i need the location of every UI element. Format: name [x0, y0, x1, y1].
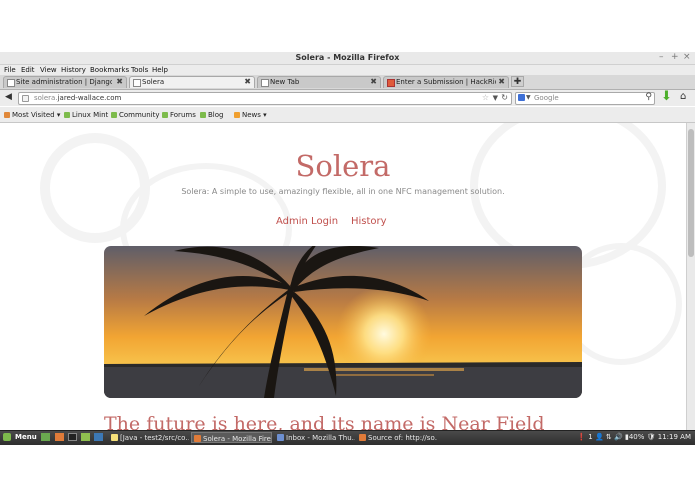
tab-label: New Tab — [270, 78, 300, 86]
bookmarks-toolbar: Most Visited ▾ Linux Mint Community Foru… — [0, 107, 695, 123]
terminal-launcher-icon[interactable] — [68, 433, 77, 441]
tab-hackrice[interactable]: Enter a Submission | HackRice … ✖ — [383, 76, 509, 88]
bookmark-forums[interactable]: Forums — [162, 111, 196, 119]
clock[interactable]: 11:19 AM — [658, 433, 691, 441]
url-bar[interactable]: solera.jared-wallace.com ☆ ▼ ↻ — [18, 92, 512, 105]
tab-label: Solera — [142, 78, 165, 86]
history-link[interactable]: History — [351, 216, 387, 227]
firefox-launcher-icon[interactable] — [55, 433, 64, 441]
menu-help[interactable]: Help — [152, 66, 168, 74]
window-title-bar: Solera - Mozilla Firefox – + × — [0, 52, 695, 65]
minimize-button[interactable]: – — [659, 52, 664, 62]
taskbar-thunderbird[interactable]: Inbox - Mozilla Thu… — [275, 432, 355, 443]
bookmark-linux-mint[interactable]: Linux Mint — [64, 111, 108, 119]
search-bar[interactable]: ▼ Google ⚲ — [515, 92, 655, 105]
tab-new-tab[interactable]: New Tab ✖ — [257, 76, 381, 88]
menu-view[interactable]: View — [40, 66, 57, 74]
thunderbird-icon — [277, 434, 284, 441]
tab-solera[interactable]: Solera ✖ — [129, 76, 255, 88]
close-window-button[interactable]: × — [683, 52, 691, 62]
close-tab-icon[interactable]: ✖ — [116, 77, 123, 86]
page-content: Solera Solera: A simple to use, amazingl… — [0, 123, 686, 430]
url-text: solera.jared-wallace.com — [34, 94, 122, 102]
site-identity-icon[interactable] — [22, 95, 29, 102]
bookmark-community[interactable]: Community — [111, 111, 160, 119]
menu-file[interactable]: File — [4, 66, 16, 74]
bookmark-star-icon[interactable]: ☆ — [482, 93, 489, 102]
site-title: Solera — [295, 149, 391, 183]
search-engine-dropdown-icon[interactable]: ▼ — [526, 94, 531, 101]
eclipse-icon — [111, 434, 118, 441]
close-tab-icon[interactable]: ✖ — [370, 77, 377, 86]
volume-icon[interactable]: 🔊 — [614, 433, 623, 441]
hero-image — [104, 246, 582, 398]
bookmark-news[interactable]: News ▾ — [234, 111, 267, 119]
alert-icon[interactable]: ❗ — [577, 433, 586, 441]
tab-label: Site administration | Django sit… — [16, 78, 112, 86]
files-launcher-icon[interactable] — [81, 433, 90, 441]
admin-login-link[interactable]: Admin Login — [276, 216, 338, 227]
firefox-icon — [194, 435, 201, 442]
search-magnifier-icon[interactable]: ⚲ — [645, 92, 652, 102]
mint-menu-icon[interactable] — [3, 433, 11, 441]
page-heading: The future is here, and its name is Near… — [104, 413, 545, 430]
firefox-icon — [359, 434, 366, 441]
new-tab-button[interactable]: ✚ — [511, 76, 524, 87]
history-dropdown-icon[interactable]: ▼ — [493, 94, 498, 102]
page-favicon-icon — [261, 79, 269, 87]
battery-level: 40% — [628, 433, 645, 441]
close-tab-icon[interactable]: ✖ — [498, 77, 505, 86]
mint-leaf-icon — [162, 112, 168, 118]
bookmark-blog[interactable]: Blog — [200, 111, 223, 119]
page-favicon-icon — [7, 79, 15, 87]
menu-edit[interactable]: Edit — [21, 66, 35, 74]
maximize-button[interactable]: + — [671, 52, 679, 62]
home-icon[interactable]: ⌂ — [680, 91, 686, 102]
show-desktop-icon[interactable] — [41, 433, 50, 441]
download-arrow-icon[interactable]: ⬇ — [661, 90, 672, 103]
window-title: Solera - Mozilla Firefox — [295, 53, 400, 62]
search-input[interactable]: Google — [534, 94, 559, 102]
hackrice-favicon-icon — [387, 79, 395, 87]
search-engine-icon[interactable] — [518, 94, 525, 101]
sunset-palm-illustration — [104, 246, 582, 398]
site-tagline: Solera: A simple to use, amazingly flexi… — [181, 187, 505, 196]
close-tab-icon[interactable]: ✖ — [244, 77, 251, 86]
back-arrow-icon[interactable]: ◀ — [5, 92, 12, 102]
menu-bar: File Edit View History Bookmarks Tools H… — [0, 65, 695, 75]
rss-feed-icon — [234, 112, 240, 118]
taskbar-java-eclipse[interactable]: [Java - test2/src/co… — [109, 432, 189, 443]
page-scrollbar[interactable] — [686, 123, 695, 430]
update-count: 1 — [588, 433, 593, 441]
desktop-taskbar: Menu [Java - test2/src/co… Solera - Mozi… — [0, 430, 695, 445]
navigation-toolbar: ◀ solera.jared-wallace.com ☆ ▼ ↻ ▼ Googl… — [0, 90, 695, 106]
page-favicon-icon — [133, 79, 141, 87]
user-icon[interactable]: 👤 — [595, 433, 604, 441]
mint-leaf-icon — [200, 112, 206, 118]
start-menu-button[interactable]: Menu — [15, 433, 37, 441]
menu-history[interactable]: History — [61, 66, 86, 74]
menu-tools[interactable]: Tools — [131, 66, 148, 74]
folder-icon — [4, 112, 10, 118]
editor-launcher-icon[interactable] — [94, 433, 103, 441]
network-icon[interactable]: ⇅ — [606, 433, 612, 441]
taskbar-source-view[interactable]: Source of: http://so… — [357, 432, 437, 443]
reload-icon[interactable]: ↻ — [501, 93, 508, 102]
tab-bar: Site administration | Django sit… ✖ Sole… — [0, 75, 695, 90]
tab-label: Enter a Submission | HackRice … — [396, 78, 496, 86]
taskbar-firefox[interactable]: Solera - Mozilla Firef… — [191, 432, 272, 443]
system-tray: ❗ 1 👤 ⇅ 🔊 ▮40% 🛡 11:19 AM — [577, 433, 691, 441]
shield-icon[interactable]: 🛡 — [647, 433, 656, 441]
menu-bookmarks[interactable]: Bookmarks — [90, 66, 129, 74]
scrollbar-thumb[interactable] — [688, 129, 694, 257]
mint-leaf-icon — [64, 112, 70, 118]
mint-leaf-icon — [111, 112, 117, 118]
bookmark-most-visited[interactable]: Most Visited ▾ — [4, 111, 60, 119]
tab-django-admin[interactable]: Site administration | Django sit… ✖ — [3, 76, 127, 88]
